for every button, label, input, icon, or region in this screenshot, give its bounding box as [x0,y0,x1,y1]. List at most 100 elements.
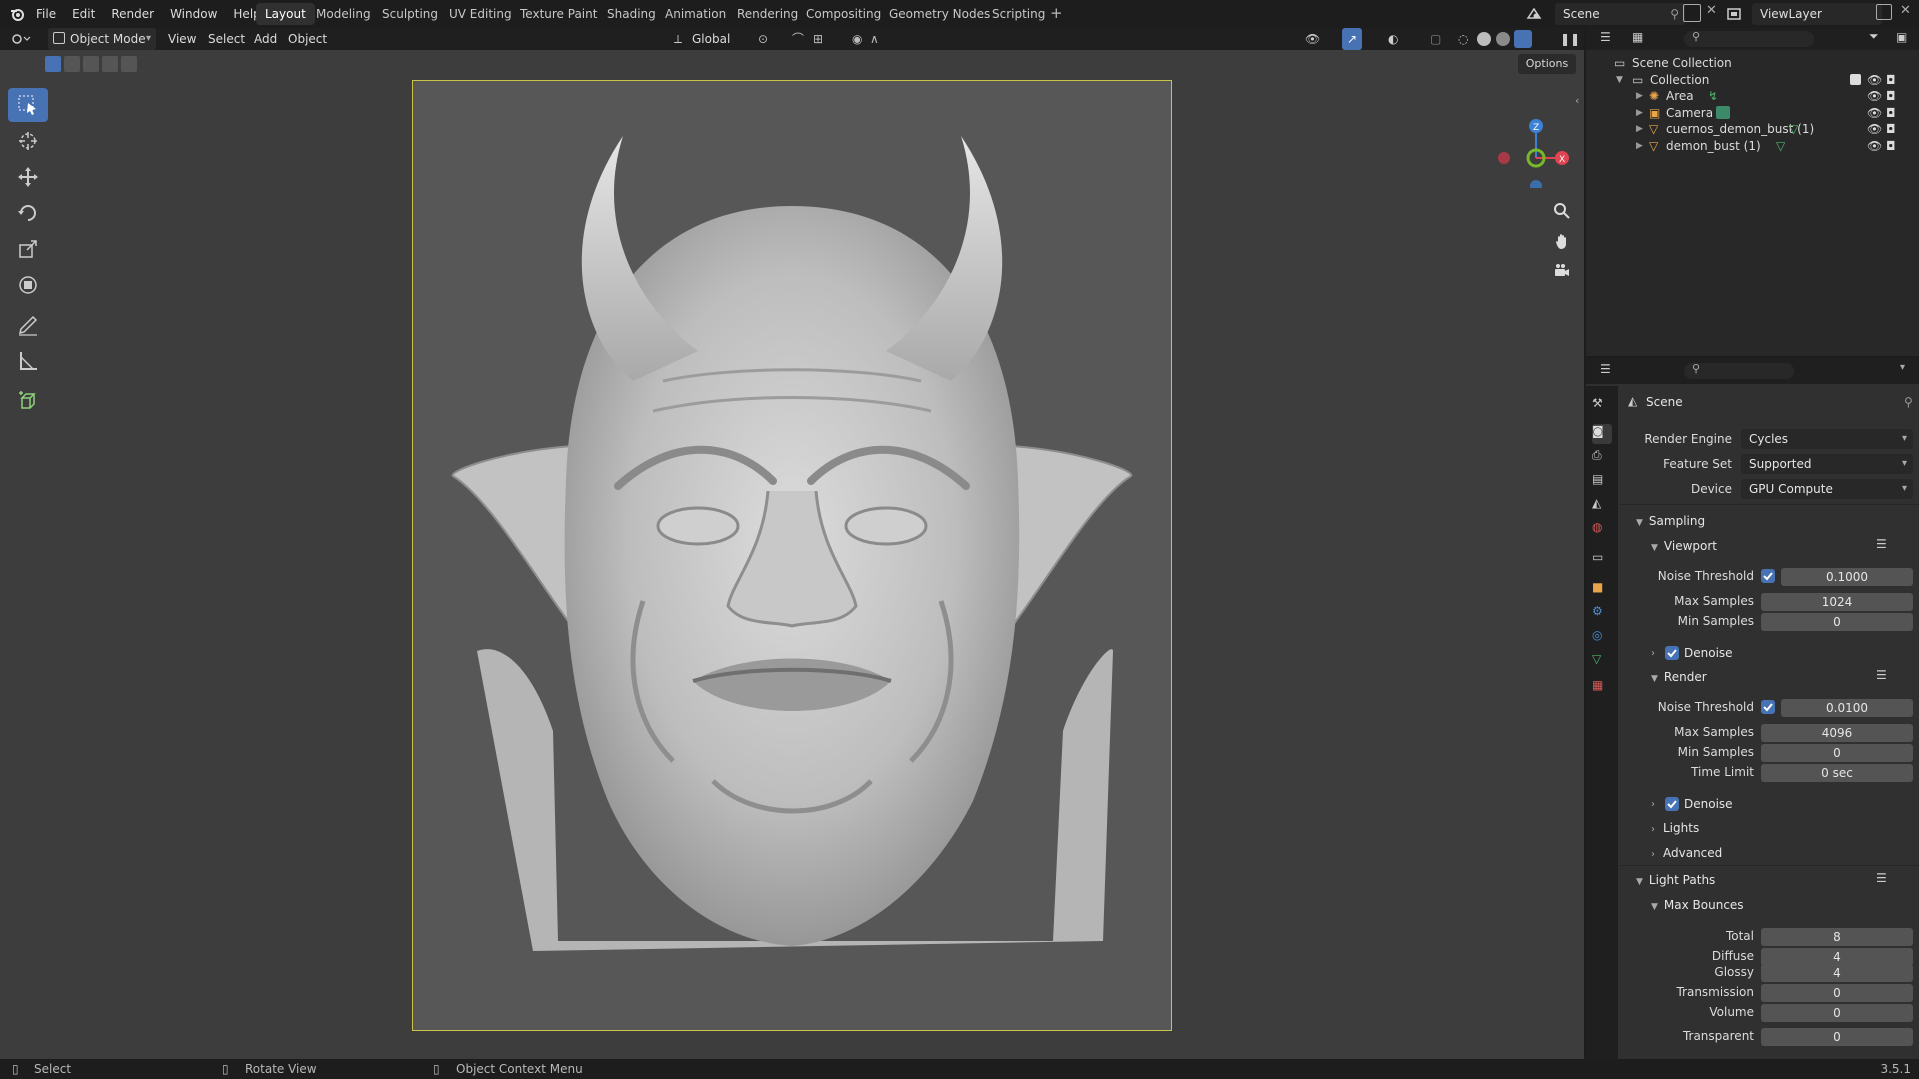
outliner-search-input[interactable]: ⚲ [1684,30,1814,47]
editor-type-icon[interactable] [10,31,32,47]
viewport-noise-threshold-checkbox[interactable] [1761,569,1775,583]
render-noise-threshold-field[interactable]: 0.0100 [1781,699,1913,717]
filter-icon[interactable]: ⏷ [1869,29,1879,44]
tab-texture-paint[interactable]: Texture Paint [511,3,606,25]
render-tab-icon[interactable]: ◙ [1592,424,1612,444]
render-time-limit-field[interactable]: 0 sec [1761,764,1913,782]
wireframe-shading-icon[interactable]: ◌ [1458,28,1468,50]
outliner-item[interactable]: ▶ ▽ demon_bust (1) ▽ 👁 ◘ [1586,136,1919,156]
pivot-point-icon[interactable]: ⊙ [758,28,768,50]
select-intersect-icon[interactable] [121,56,137,72]
outliner-editor-type-icon[interactable]: ☰ [1600,30,1611,44]
select-extend-icon[interactable] [64,56,80,72]
3d-viewport[interactable]: Object Mode ▾ View Select Add Object ⟂ G… [0,28,1584,1059]
rotate-tool[interactable] [8,196,48,230]
pause-render-icon[interactable]: ❚❚ [1560,28,1580,50]
scale-tool[interactable] [8,232,48,266]
device-dropdown[interactable]: GPU Compute ▾ [1741,479,1913,499]
falloff-icon[interactable]: ∧ [870,28,879,50]
menu-render[interactable]: Render [103,7,162,21]
camera-data-icon[interactable] [1716,106,1730,119]
output-tab-icon[interactable]: ⎙ [1592,448,1612,468]
presets-list-icon[interactable]: ☰ [1876,537,1887,551]
xray-icon[interactable]: ▢ [1430,28,1441,50]
snap-icon[interactable]: ⌒ [792,28,804,50]
menu-view[interactable]: View [168,28,196,50]
viewport-max-samples-field[interactable]: 1024 [1761,593,1913,611]
viewport-min-samples-field[interactable]: 0 [1761,613,1913,631]
render-denoise-checkbox[interactable] [1665,797,1679,811]
collection-tab-icon[interactable]: ▭ [1592,550,1612,570]
tab-sculpting[interactable]: Sculpting [373,3,447,25]
move-tool[interactable] [8,160,48,194]
presets-list-icon[interactable]: ☰ [1876,871,1887,885]
viewport-subpanel-header[interactable]: ▼ Viewport [1651,539,1717,553]
camera-view-icon[interactable] [1549,258,1575,284]
tab-compositing[interactable]: Compositing [797,3,890,25]
pin-icon[interactable]: ⚲ [1904,395,1913,409]
exclude-checkbox[interactable] [1850,74,1861,85]
solid-shading-icon[interactable] [1477,32,1491,46]
lights-subpanel-header[interactable]: › Lights [1651,821,1699,835]
tool-tab-icon[interactable]: ⚒ [1592,396,1612,416]
delete-scene-icon[interactable]: ✕ [1706,3,1717,18]
new-view-layer-icon[interactable] [1876,4,1892,20]
properties-search-input[interactable]: ⚲ [1684,362,1794,379]
feature-set-dropdown[interactable]: Supported ▾ [1741,454,1913,474]
world-tab-icon[interactable]: ◍ [1592,520,1612,540]
bounce-transparent-field[interactable]: 0 [1761,1028,1913,1046]
bounce-glossy-field[interactable]: 4 [1761,964,1913,982]
mode-dropdown[interactable]: Object Mode ▾ [48,28,156,50]
render-camera-icon[interactable]: ◘ [1886,136,1896,156]
tab-modeling[interactable]: Modeling [307,3,380,25]
material-shading-icon[interactable] [1496,32,1510,46]
render-denoise-subpanel[interactable]: › [1651,796,1655,810]
measure-tool[interactable] [8,344,48,378]
object-tab-icon[interactable]: ■ [1592,580,1612,600]
snap-increment-icon[interactable]: ⊞ [813,28,823,50]
scene-tab-icon[interactable]: ◭ [1592,496,1612,516]
tab-layout[interactable]: Layout [256,3,315,25]
view-layer-icon[interactable] [1725,5,1743,23]
tab-shading[interactable]: Shading [598,3,665,25]
select-new-icon[interactable] [45,56,61,72]
presets-list-icon[interactable]: ☰ [1876,668,1887,682]
delete-view-layer-icon[interactable]: ✕ [1900,3,1911,18]
rendered-shading-icon[interactable] [1514,30,1532,48]
scene-icon[interactable] [1525,5,1543,23]
viewport-denoise-checkbox[interactable] [1665,646,1679,660]
render-min-samples-field[interactable]: 0 [1761,744,1913,762]
gizmo-toggle-icon[interactable]: ↗ [1342,28,1362,50]
sidebar-toggle-icon[interactable]: ‹ [1575,94,1579,107]
bounce-total-field[interactable]: 8 [1761,928,1913,946]
select-subtract-icon[interactable] [83,56,99,72]
tab-scripting[interactable]: Scripting [983,3,1054,25]
overlays-icon[interactable]: ◐ [1388,28,1398,50]
visibility-icon[interactable]: 👁 [1305,28,1320,50]
light-paths-panel-header[interactable]: ▼ Light Paths [1636,873,1715,887]
expand-icon[interactable]: ▶ [1636,136,1643,156]
tab-rendering[interactable]: Rendering [728,3,807,25]
menu-select[interactable]: Select [208,28,245,50]
cursor-tool[interactable] [8,124,48,158]
properties-editor-type-icon[interactable]: ☰ [1600,362,1611,376]
eye-icon[interactable]: 👁 [1867,136,1882,156]
tab-animation[interactable]: Animation [656,3,735,25]
view-layer-selector[interactable]: ViewLayer [1752,3,1882,25]
render-engine-dropdown[interactable]: Cycles ▾ [1741,429,1913,449]
menu-edit[interactable]: Edit [64,7,103,21]
proportional-edit-icon[interactable]: ◉ [852,28,862,50]
render-noise-threshold-checkbox[interactable] [1761,700,1775,714]
bounce-volume-field[interactable]: 0 [1761,1004,1913,1022]
viewport-denoise-subpanel[interactable]: › [1651,645,1661,659]
modifiers-tab-icon[interactable]: ⚙ [1592,604,1612,624]
pan-hand-icon[interactable] [1549,228,1575,254]
zoom-icon[interactable] [1549,198,1575,224]
new-collection-icon[interactable]: ▣ [1896,30,1907,44]
display-mode-icon[interactable]: ▦ [1632,30,1643,44]
transform-tool[interactable] [8,268,48,302]
add-cube-tool[interactable] [8,384,48,418]
texture-tab-icon[interactable]: ▦ [1592,678,1612,698]
view-layer-tab-icon[interactable]: ▤ [1592,472,1612,492]
tab-uv-editing[interactable]: UV Editing [440,3,521,25]
